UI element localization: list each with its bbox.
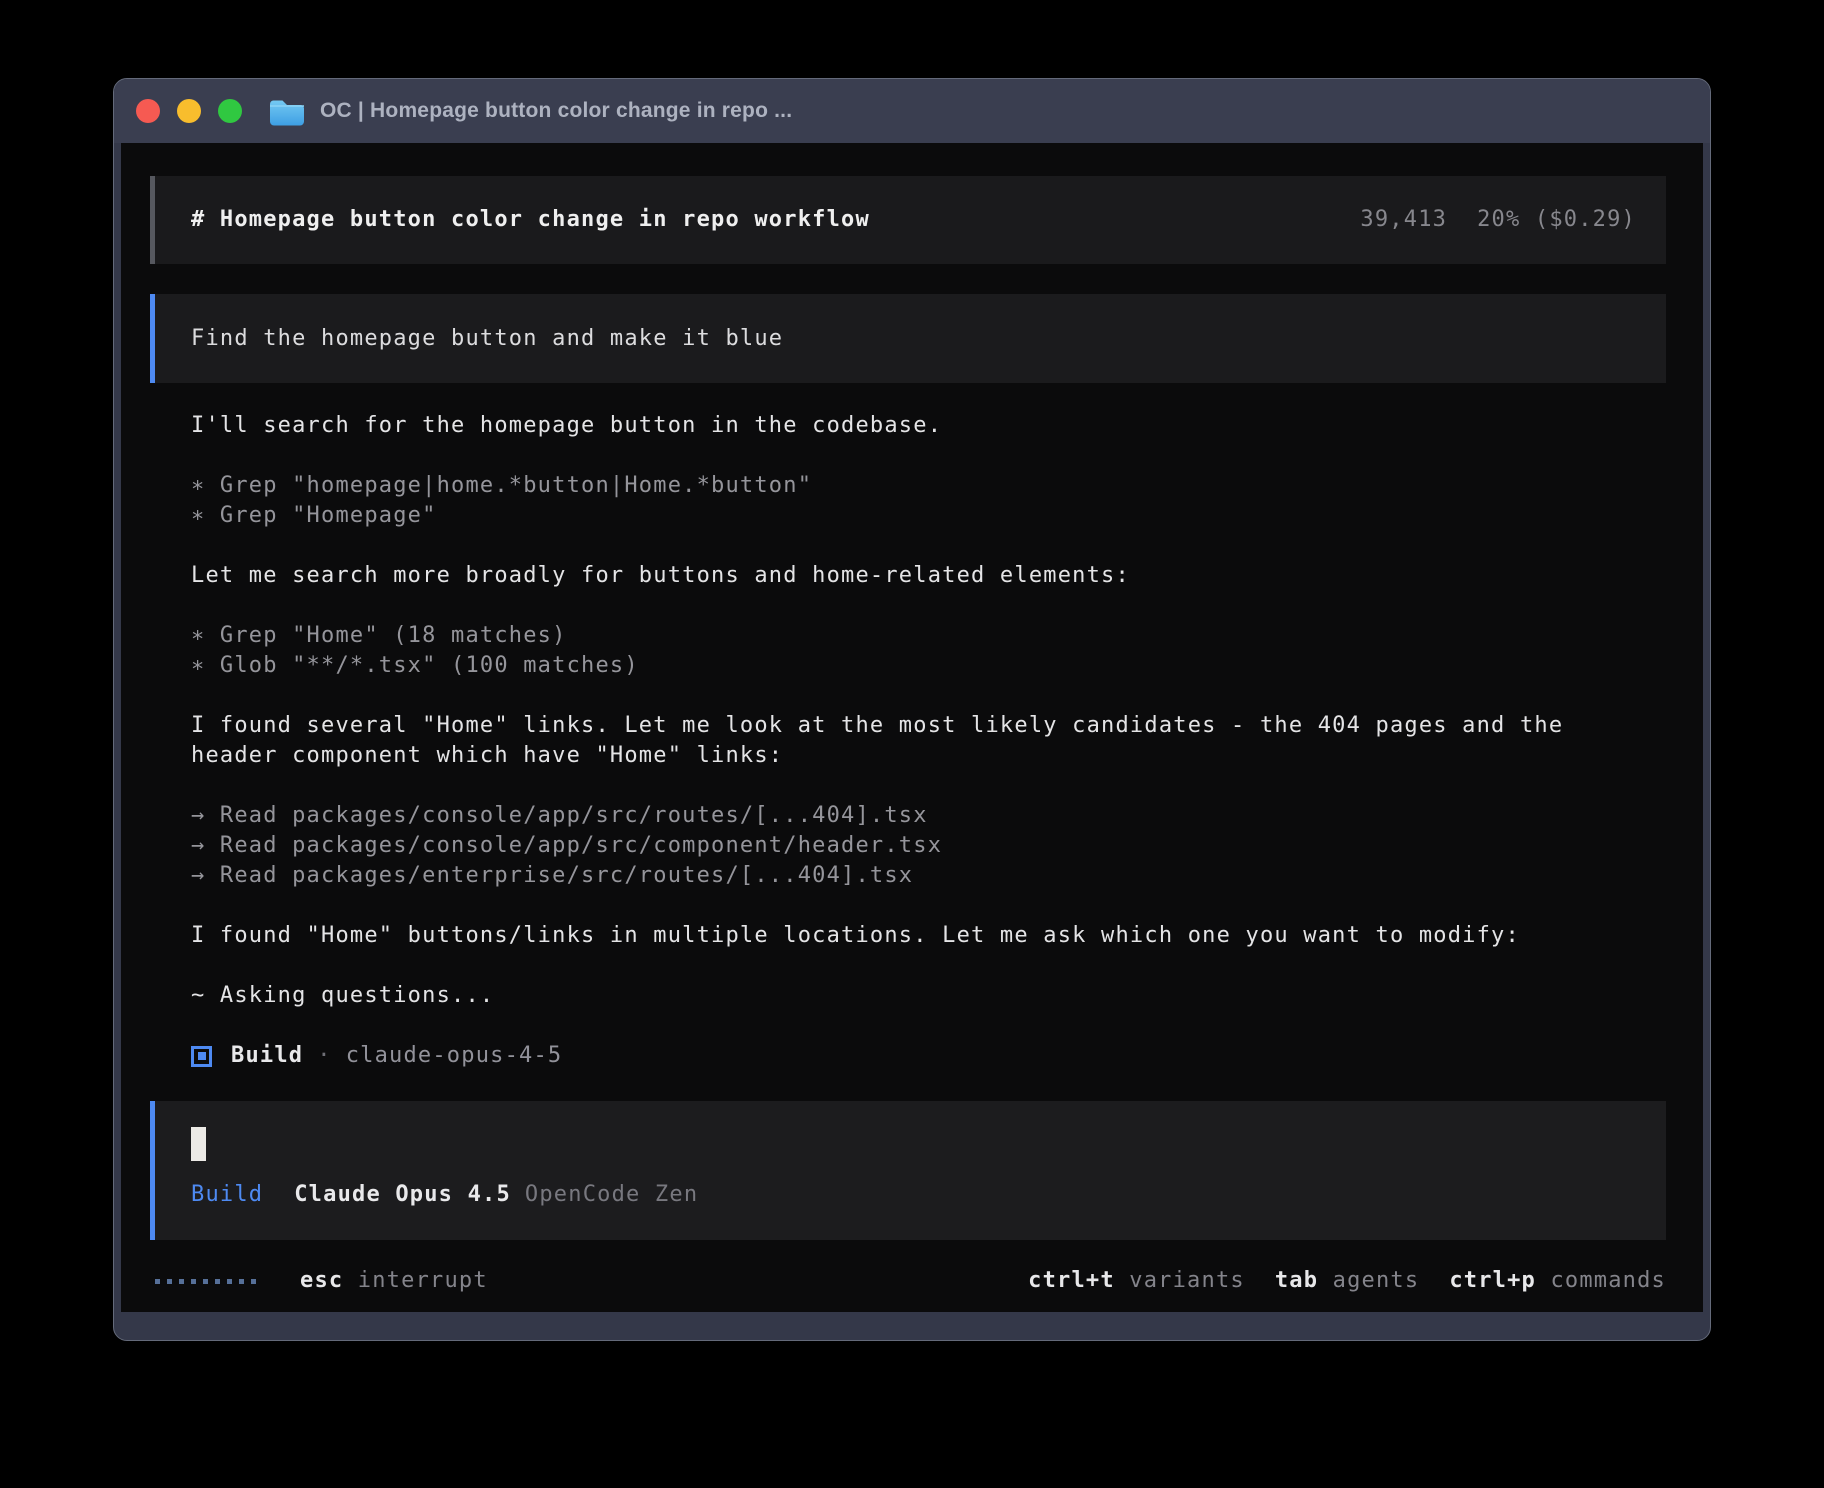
context-cost: 20% ($0.29) xyxy=(1477,205,1636,235)
status-line: ~ Asking questions... xyxy=(191,981,1666,1011)
user-message-text: Find the homepage button and make it blu… xyxy=(191,324,783,354)
hint-label xyxy=(343,1268,357,1293)
transcript: I'll search for the homepage button in t… xyxy=(191,411,1666,1011)
transcript-line: I found several "Home" links. Let me loo… xyxy=(191,711,1666,741)
transcript-line: Let me search more broadly for buttons a… xyxy=(191,561,1666,591)
hint-key: esc xyxy=(300,1268,343,1293)
hint-agents: tab agents xyxy=(1275,1266,1419,1296)
tool-call-line: → Read packages/console/app/src/routes/[… xyxy=(191,801,1666,831)
title-bar[interactable]: OC | Homepage button color change in rep… xyxy=(114,79,1710,143)
session-title: # Homepage button color change in repo w… xyxy=(191,205,870,235)
window-title: OC | Homepage button color change in rep… xyxy=(320,99,792,123)
agent-name: Build xyxy=(231,1041,303,1071)
agent-separator: · xyxy=(317,1041,331,1071)
input-model-label: Claude Opus 4.5 xyxy=(294,1180,511,1210)
hint-interrupt: esc interrupt xyxy=(300,1266,488,1296)
hint-key: ctrl+t xyxy=(1028,1268,1115,1293)
text-cursor xyxy=(191,1127,206,1161)
minimize-button[interactable] xyxy=(177,99,201,123)
hint-variants: ctrl+t variants xyxy=(1028,1266,1245,1296)
terminal-window: OC | Homepage button color change in rep… xyxy=(113,78,1711,1341)
agent-model: claude-opus-4-5 xyxy=(346,1041,563,1071)
terminal-content: # Homepage button color change in repo w… xyxy=(121,143,1703,1312)
session-header: # Homepage button color change in repo w… xyxy=(150,176,1666,264)
zoom-button[interactable] xyxy=(218,99,242,123)
window-bottom-frame xyxy=(114,1312,1710,1340)
transcript-line: I found "Home" buttons/links in multiple… xyxy=(191,921,1666,951)
tool-call-line: ∗ Grep "Homepage" xyxy=(191,501,1666,531)
token-count: 39,413 xyxy=(1360,205,1447,235)
session-stats: 39,413 20% ($0.29) xyxy=(1360,205,1636,235)
input-provider-label: OpenCode Zen xyxy=(525,1180,698,1210)
agent-status-row: Build · claude-opus-4-5 xyxy=(191,1041,1666,1071)
prompt-input[interactable]: Build Claude Opus 4.5 OpenCode Zen xyxy=(150,1101,1666,1240)
spinner-dots-icon xyxy=(155,1279,256,1284)
transcript-line: header component which have "Home" links… xyxy=(191,741,1666,771)
tool-call-line: ∗ Glob "**/*.tsx" (100 matches) xyxy=(191,651,1666,681)
close-button[interactable] xyxy=(136,99,160,123)
tool-call-line: → Read packages/console/app/src/componen… xyxy=(191,831,1666,861)
hint-key: tab xyxy=(1275,1268,1318,1293)
hint-commands: ctrl+p commands xyxy=(1449,1266,1666,1296)
user-message: Find the homepage button and make it blu… xyxy=(150,294,1666,383)
input-meta: Build Claude Opus 4.5 OpenCode Zen xyxy=(191,1180,1636,1210)
input-agent-label[interactable]: Build xyxy=(191,1180,263,1210)
hint-label: interrupt xyxy=(358,1268,488,1293)
hint-key: ctrl+p xyxy=(1449,1268,1536,1293)
hint-label: commands xyxy=(1550,1268,1666,1293)
status-bar: esc interrupt ctrl+t variants tab agents… xyxy=(150,1266,1666,1296)
folder-icon xyxy=(268,96,306,127)
transcript-line: I'll search for the homepage button in t… xyxy=(191,411,1666,441)
hint-label: variants xyxy=(1129,1268,1245,1293)
tool-call-line: ∗ Grep "Home" (18 matches) xyxy=(191,621,1666,651)
build-agent-icon xyxy=(191,1046,212,1067)
hint-label: agents xyxy=(1333,1268,1420,1293)
tool-call-line: → Read packages/enterprise/src/routes/[.… xyxy=(191,861,1666,891)
tool-call-line: ∗ Grep "homepage|home.*button|Home.*butt… xyxy=(191,471,1666,501)
